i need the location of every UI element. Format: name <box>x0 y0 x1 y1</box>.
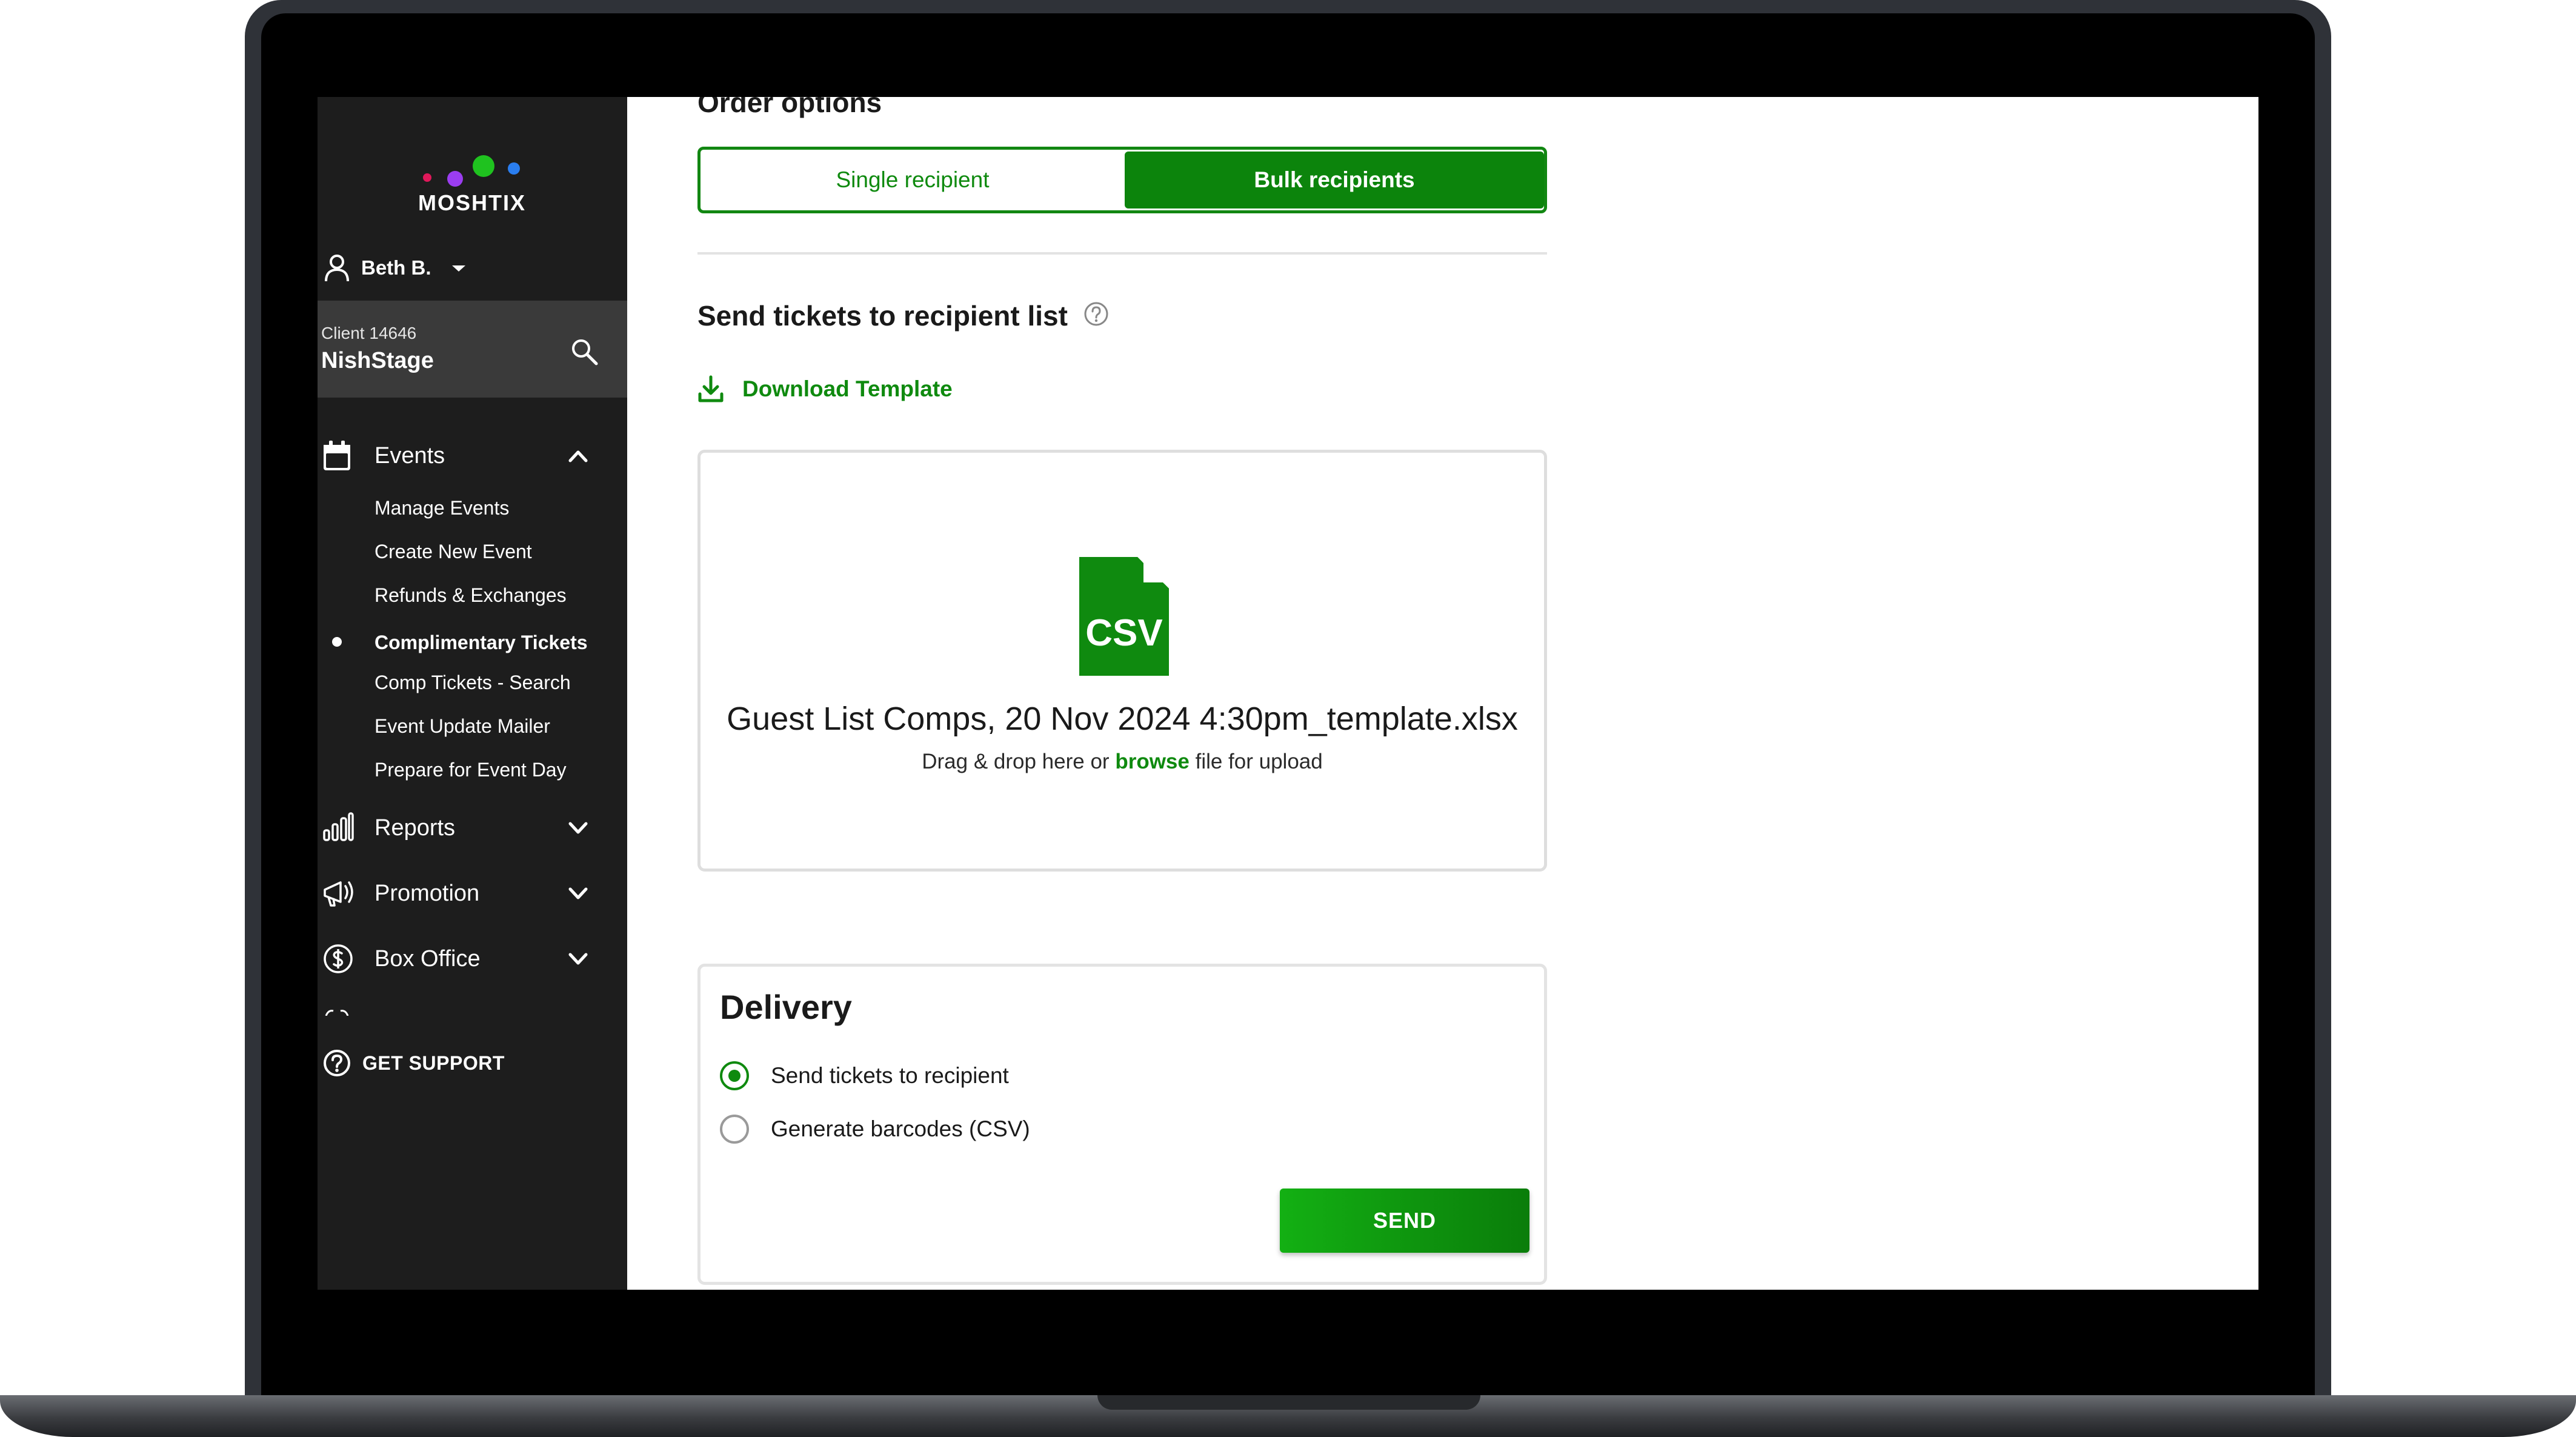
user-icon <box>325 255 349 282</box>
get-support-label: GET SUPPORT <box>362 1052 505 1074</box>
download-template-label: Download Template <box>742 376 953 401</box>
sidebar: MOSHTIX Beth B. Client 14646 NishStage E… <box>318 97 627 1290</box>
search-icon[interactable] <box>570 337 599 366</box>
send-button[interactable]: SEND <box>1280 1189 1529 1253</box>
drop-hint: Drag & drop here or browse file for uplo… <box>701 750 1544 774</box>
calendar-icon <box>324 441 350 470</box>
nav-box-office-label: Box Office <box>374 945 481 972</box>
send-recipient-radio[interactable] <box>720 1061 749 1090</box>
nav-refunds-exchanges[interactable]: Refunds & Exchanges <box>374 584 567 607</box>
user-name: Beth B. <box>361 256 431 279</box>
caret-down-icon <box>451 265 465 272</box>
recipient-mode-toggle: Single recipient Bulk recipients <box>697 147 1547 213</box>
csv-file-icon-label: CSV <box>1085 612 1162 654</box>
browse-link[interactable]: browse <box>1115 750 1190 773</box>
moshtix-logo[interactable]: MOSHTIX <box>402 155 542 222</box>
logo-text: MOSHTIX <box>418 190 526 215</box>
nav-reports-label: Reports <box>374 815 456 841</box>
nav-prepare-for-event-day[interactable]: Prepare for Event Day <box>374 759 567 781</box>
delivery-option-send[interactable]: Send tickets to recipient <box>720 1061 1009 1090</box>
chevron-up-icon[interactable] <box>567 447 589 464</box>
chevron-down-icon[interactable] <box>567 950 589 967</box>
nav-create-new-event[interactable]: Create New Event <box>374 541 532 563</box>
bulk-recipients-option[interactable]: Bulk recipients <box>1125 152 1544 208</box>
csv-file-icon: CSV <box>1079 557 1169 676</box>
logo-dot-pink <box>423 173 431 182</box>
settings-icon <box>325 1010 349 1016</box>
dollar-circle-icon <box>324 944 353 973</box>
single-recipient-option[interactable]: Single recipient <box>701 150 1125 210</box>
app-screen: MOSHTIX Beth B. Client 14646 NishStage E… <box>318 97 2258 1290</box>
help-circle-icon <box>324 1050 350 1076</box>
main-content: Order options Single recipient Bulk reci… <box>627 97 2258 1290</box>
nav-promotion-label: Promotion <box>374 880 480 906</box>
chevron-down-icon[interactable] <box>567 819 589 836</box>
download-template-link[interactable]: Download Template <box>697 375 953 404</box>
nav-events[interactable]: Events <box>318 432 627 480</box>
send-recipient-label: Send tickets to recipient <box>771 1063 1009 1088</box>
generate-barcodes-label: Generate barcodes (CSV) <box>771 1116 1030 1141</box>
order-options-heading: Order options <box>697 97 882 118</box>
delivery-panel: Delivery Send tickets to recipient Gener… <box>697 964 1547 1285</box>
active-indicator-dot <box>332 637 342 647</box>
get-support-link[interactable]: GET SUPPORT <box>322 1049 505 1078</box>
bar-chart-icon <box>323 812 354 841</box>
nav-complimentary-tickets[interactable]: Complimentary Tickets <box>374 632 588 654</box>
file-dropzone[interactable]: CSV Guest List Comps, 20 Nov 2024 4:30pm… <box>697 450 1547 872</box>
client-name: NishStage <box>321 348 434 373</box>
nav-promotion[interactable]: Promotion <box>318 869 627 918</box>
generate-barcodes-radio[interactable] <box>720 1115 749 1144</box>
section-divider <box>697 252 1547 255</box>
client-id: Client 14646 <box>321 324 417 342</box>
laptop-notch <box>1097 1395 1480 1410</box>
nav-event-update-mailer[interactable]: Event Update Mailer <box>374 715 550 738</box>
nav-comp-tickets-search[interactable]: Comp Tickets - Search <box>374 672 571 694</box>
delivery-option-barcodes[interactable]: Generate barcodes (CSV) <box>720 1115 1030 1144</box>
info-help-icon[interactable] <box>1083 301 1110 327</box>
uploaded-file-name: Guest List Comps, 20 Nov 2024 4:30pm_tem… <box>727 701 1518 737</box>
megaphone-icon <box>324 881 353 907</box>
user-menu[interactable]: Beth B. <box>324 250 468 286</box>
logo-dot-green <box>473 155 494 177</box>
delivery-heading: Delivery <box>720 988 852 1026</box>
logo-dot-blue <box>508 162 520 175</box>
nav-manage-events[interactable]: Manage Events <box>374 497 509 519</box>
send-tickets-heading: Send tickets to recipient list <box>697 300 1068 332</box>
logo-dot-purple <box>447 171 463 187</box>
nav-reports[interactable]: Reports <box>318 804 627 852</box>
client-switcher[interactable]: Client 14646 NishStage <box>318 301 627 398</box>
nav-events-label: Events <box>374 442 445 468</box>
nav-box-office[interactable]: Box Office <box>318 935 627 983</box>
download-icon <box>698 375 724 402</box>
drop-hint-after: file for upload <box>1195 750 1323 773</box>
drop-hint-before: Drag & drop here or <box>922 750 1110 773</box>
chevron-down-icon[interactable] <box>567 885 589 902</box>
